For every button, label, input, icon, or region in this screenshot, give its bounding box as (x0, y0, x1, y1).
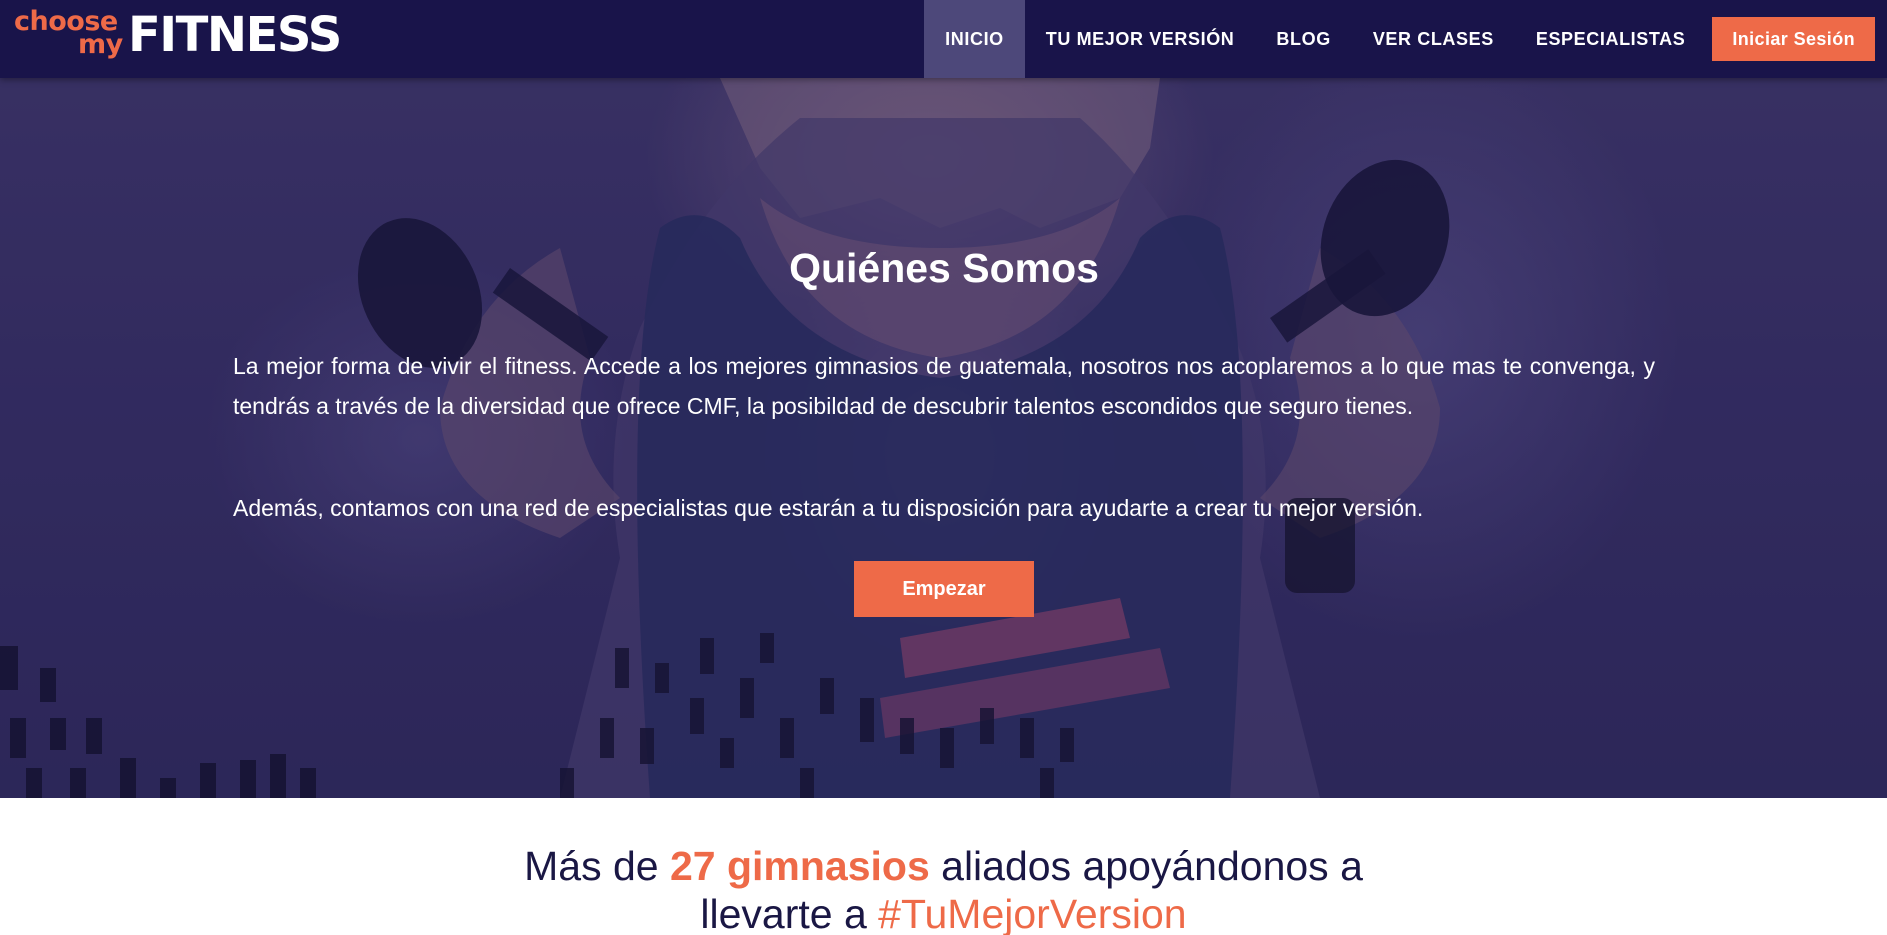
top-navbar: choose my FITNESS INICIO TU MEJOR VERSIÓ… (0, 0, 1887, 78)
hashtag-highlight: #TuMejorVersion (878, 891, 1187, 935)
stats-headline-line1: Más de 27 gimnasios aliados apoyándonos … (0, 842, 1887, 890)
nav-especialistas[interactable]: ESPECIALISTAS (1515, 0, 1707, 78)
hero-paragraph-intro: La mejor forma de vivir el fitness. Acce… (233, 353, 1655, 419)
logo-my-text: my (78, 29, 123, 60)
stats-section: Más de 27 gimnasios aliados apoyándonos … (0, 798, 1887, 935)
stats-headline-line2: llevarte a #TuMejorVersion (0, 890, 1887, 935)
nav-blog[interactable]: BLOG (1255, 0, 1351, 78)
stats-prefix: Más de (524, 843, 670, 889)
hero-title: Quiénes Somos (789, 245, 1099, 291)
nav-ver-clases[interactable]: VER CLASES (1352, 0, 1515, 78)
hero-paragraph-specialists: Además, contamos con una red de especial… (233, 495, 1424, 521)
hero-overlay (0, 78, 1887, 798)
gym-count-highlight: 27 gimnasios (669, 843, 930, 889)
nav-inicio[interactable]: INICIO (924, 0, 1025, 78)
stats-line2-prefix: llevarte a (700, 891, 879, 935)
nav-tu-mejor-version[interactable]: TU MEJOR VERSIÓN (1025, 0, 1256, 78)
logo-fitness-text: FITNESS (128, 7, 342, 63)
stats-middle: aliados apoyándonos a (929, 843, 1363, 889)
login-button[interactable]: Iniciar Sesión (1712, 17, 1875, 61)
empezar-button[interactable]: Empezar (854, 561, 1034, 617)
hero-section: Quiénes Somos La mejor forma de vivir el… (0, 78, 1887, 798)
main-menu: INICIO TU MEJOR VERSIÓN BLOG VER CLASES … (924, 0, 1887, 78)
choose-my-fitness-logo[interactable]: choose my FITNESS (14, 6, 342, 66)
